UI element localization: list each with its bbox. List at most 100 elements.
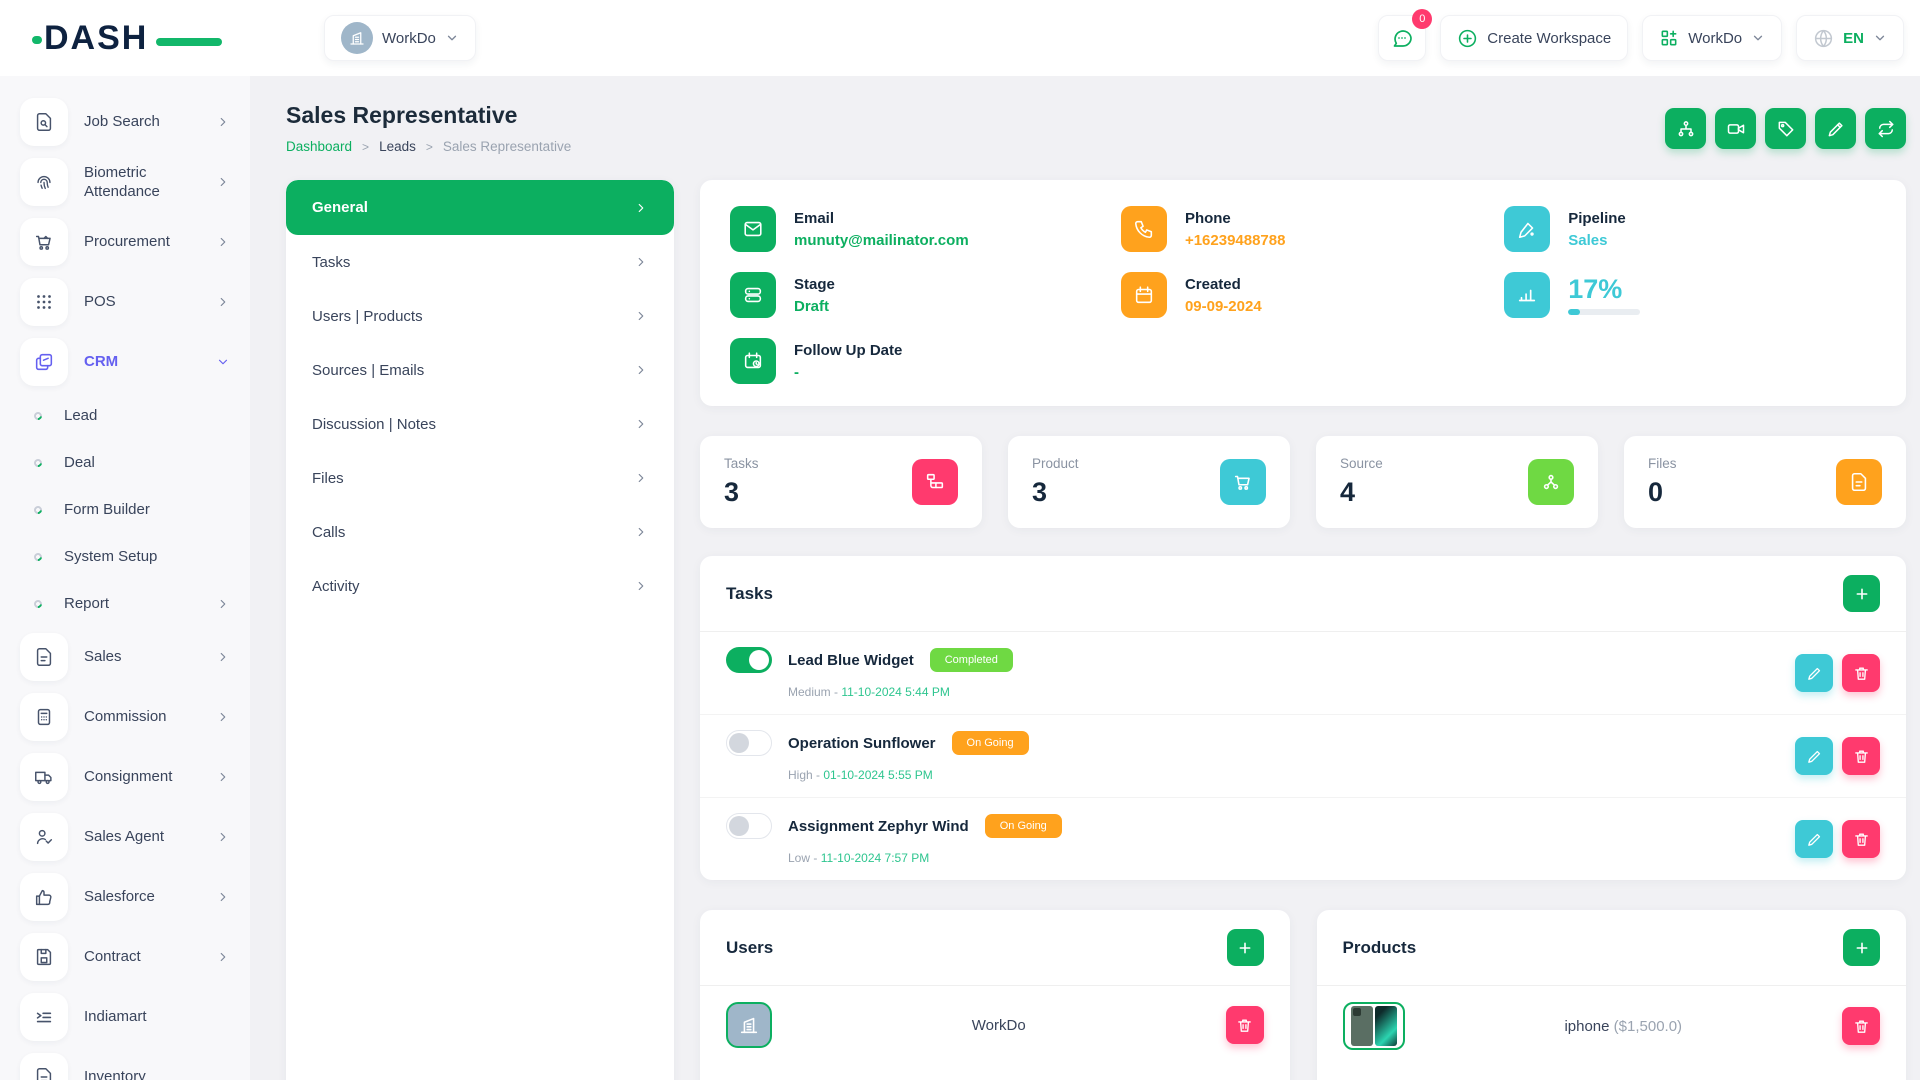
- delete-task-button[interactable]: [1842, 654, 1880, 692]
- info-stage: Stage Draft: [730, 272, 1121, 318]
- video-call-button[interactable]: [1715, 108, 1756, 149]
- delete-task-button[interactable]: [1842, 737, 1880, 775]
- sidebar-item-form-builder[interactable]: Form Builder: [20, 486, 230, 533]
- logo-text: DASH: [44, 19, 148, 58]
- menu-item-tasks[interactable]: Tasks: [286, 235, 674, 289]
- delete-product-button[interactable]: [1842, 1007, 1880, 1045]
- task-date: 11-10-2024 7:57 PM: [821, 851, 930, 865]
- bullet-icon: [32, 504, 43, 515]
- cart-icon: [1220, 459, 1266, 505]
- logo-accent-dot: [32, 36, 42, 44]
- menu-item-calls[interactable]: Calls: [286, 505, 674, 559]
- chevron-right-icon: [216, 235, 230, 249]
- sidebar-item-sales[interactable]: Sales: [20, 627, 230, 687]
- delete-user-button[interactable]: [1226, 1006, 1264, 1044]
- breadcrumb-separator: >: [426, 140, 433, 154]
- crm-icon: [20, 338, 68, 386]
- sidebar-item-sales-agent[interactable]: Sales Agent: [20, 807, 230, 867]
- chevron-down-icon: [1751, 31, 1765, 45]
- task-date: 11-10-2024 5:44 PM: [841, 685, 950, 699]
- add-task-button[interactable]: [1843, 575, 1880, 612]
- sidebar-item-inventory[interactable]: Inventory: [20, 1047, 230, 1080]
- delete-task-button[interactable]: [1842, 820, 1880, 858]
- chevron-right-icon: [634, 309, 648, 323]
- menu-item-discussion-notes[interactable]: Discussion | Notes: [286, 397, 674, 451]
- breadcrumb-dashboard-link[interactable]: Dashboard: [286, 139, 352, 154]
- pencil-icon: [1806, 665, 1823, 682]
- task-toggle[interactable]: [726, 647, 772, 673]
- logo-accent-bar: [156, 38, 222, 46]
- workspace-menu[interactable]: WorkDo: [1642, 15, 1782, 61]
- convert-lead-button[interactable]: [1865, 108, 1906, 149]
- stage-value: Draft: [794, 298, 835, 315]
- sidebar-item-crm[interactable]: CRM: [20, 332, 230, 392]
- task-status-badge: On Going: [952, 731, 1029, 755]
- menu-item-general[interactable]: General: [286, 180, 674, 235]
- edit-task-button[interactable]: [1795, 654, 1833, 692]
- info-follow-up-date: Follow Up Date -: [730, 338, 1121, 384]
- lead-progress-bar: [1568, 309, 1640, 315]
- email-value[interactable]: munuty@mailinator.com: [794, 232, 969, 249]
- procurement-cart-icon: [20, 218, 68, 266]
- sidebar-item-biometric-attendance[interactable]: Biometric Attendance: [20, 152, 230, 212]
- sidebar-item-procurement[interactable]: Procurement: [20, 212, 230, 272]
- task-priority: Medium -: [788, 685, 841, 699]
- users-card-title: Users: [726, 938, 773, 958]
- edit-lead-button[interactable]: [1815, 108, 1856, 149]
- stat-card-files: Files 0: [1624, 436, 1906, 528]
- add-user-button[interactable]: [1227, 929, 1264, 966]
- tag-icon: [1776, 119, 1796, 139]
- chevron-right-icon: [216, 597, 230, 611]
- trash-icon: [1853, 748, 1870, 765]
- plus-icon: [1237, 940, 1253, 956]
- sidebar-item-pos[interactable]: POS: [20, 272, 230, 332]
- task-status-badge: Completed: [930, 648, 1013, 672]
- bar-chart-icon: [1504, 272, 1550, 318]
- sidebar-item-commission[interactable]: Commission: [20, 687, 230, 747]
- phone-value[interactable]: +16239488788: [1185, 232, 1286, 249]
- truck-icon: [20, 753, 68, 801]
- edit-task-button[interactable]: [1795, 820, 1833, 858]
- task-status-badge: On Going: [985, 814, 1062, 838]
- labels-button[interactable]: [1765, 108, 1806, 149]
- task-toggle[interactable]: [726, 730, 772, 756]
- app-logo[interactable]: DASH: [44, 19, 194, 58]
- menu-item-users-products[interactable]: Users | Products: [286, 289, 674, 343]
- lead-section-menu: General Tasks Users | Products Sources |…: [286, 180, 674, 1080]
- sitemap-button[interactable]: [1665, 108, 1706, 149]
- menu-item-files[interactable]: Files: [286, 451, 674, 505]
- sidebar-item-lead[interactable]: Lead: [20, 392, 230, 439]
- menu-item-sources-emails[interactable]: Sources | Emails: [286, 343, 674, 397]
- edit-task-button[interactable]: [1795, 737, 1833, 775]
- sidebar-item-deal[interactable]: Deal: [20, 439, 230, 486]
- sidebar-item-job-search[interactable]: Job Search: [20, 92, 230, 152]
- thumbs-up-icon: [20, 873, 68, 921]
- chevron-right-icon: [216, 650, 230, 664]
- breadcrumb-current: Sales Representative: [443, 139, 571, 154]
- breadcrumb-leads-link[interactable]: Leads: [379, 139, 416, 154]
- info-created: Created 09-09-2024: [1121, 272, 1504, 318]
- sidebar-item-system-setup[interactable]: System Setup: [20, 533, 230, 580]
- menu-item-activity[interactable]: Activity: [286, 559, 674, 613]
- workspace-menu-label: WorkDo: [1688, 30, 1742, 47]
- sidebar-item-salesforce[interactable]: Salesforce: [20, 867, 230, 927]
- language-selector[interactable]: EN: [1796, 15, 1904, 61]
- create-workspace-button[interactable]: Create Workspace: [1440, 15, 1628, 61]
- chevron-down-icon: [1873, 31, 1887, 45]
- sidebar-item-consignment[interactable]: Consignment: [20, 747, 230, 807]
- task-toggle[interactable]: [726, 813, 772, 839]
- add-product-button[interactable]: [1843, 929, 1880, 966]
- bullet-icon: [32, 410, 43, 421]
- messages-button[interactable]: 0: [1378, 15, 1426, 61]
- chevron-right-icon: [216, 115, 230, 129]
- task-priority: High -: [788, 768, 823, 782]
- pipeline-pen-icon: [1504, 206, 1550, 252]
- sidebar-item-indiamart[interactable]: Indiamart: [20, 987, 230, 1047]
- workspace-selector[interactable]: WorkDo: [324, 15, 476, 61]
- sidebar-item-contract[interactable]: Contract: [20, 927, 230, 987]
- info-phone: Phone +16239488788: [1121, 206, 1504, 252]
- bullet-icon: [32, 457, 43, 468]
- info-email: Email munuty@mailinator.com: [730, 206, 1121, 252]
- sidebar-item-report[interactable]: Report: [20, 580, 230, 627]
- lead-general-info-card: Email munuty@mailinator.com Phone +16239…: [700, 180, 1906, 406]
